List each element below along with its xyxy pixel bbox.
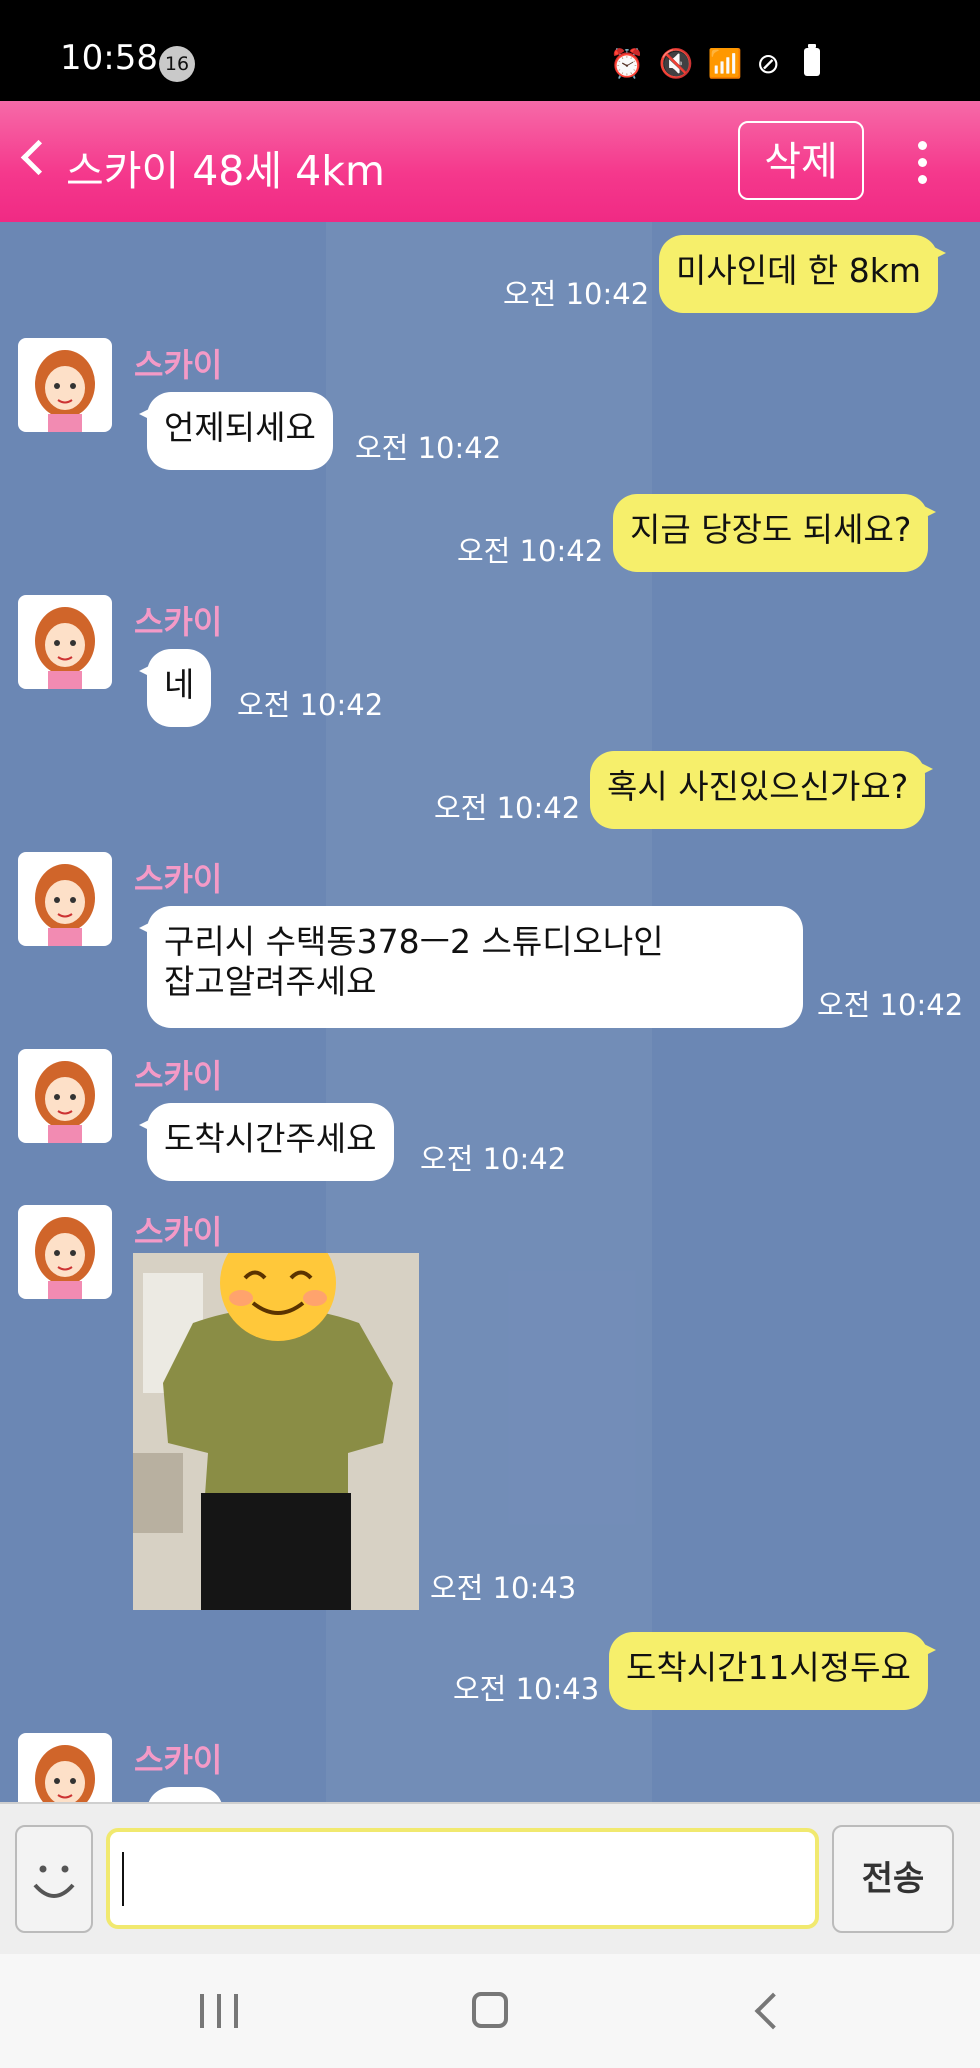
status-bar: 10:58 16 ⏰ 🔇 📶 ⊘: [0, 0, 980, 101]
avatar[interactable]: [18, 338, 112, 432]
message-time: 오전 10:42: [434, 791, 581, 825]
avatar[interactable]: [18, 1205, 112, 1299]
sender-name: 스카이: [134, 1057, 223, 1095]
avatar[interactable]: [18, 1733, 112, 1802]
message-time: 오전 10:42: [355, 431, 502, 465]
smiley-icon: [33, 1865, 75, 1898]
more-options-icon[interactable]: [918, 141, 928, 185]
message-time: 오전 10:43: [453, 1672, 600, 1706]
chat-area[interactable]: 오전 10:42 미사인데 한 8km 스카이 언제되세요 오전 10:42 오…: [0, 222, 980, 1802]
message-bubble-received[interactable]: 구리시 수택동378ㅡ2 스튜디오나인 잡고알려주세요: [139, 906, 803, 1028]
message-time: 오전 10:42: [503, 277, 650, 311]
avatar-face-icon: [35, 1061, 95, 1143]
wifi-icon: 📶: [707, 47, 743, 80]
delete-button[interactable]: 삭제: [738, 121, 864, 200]
sender-name: 스카이: [134, 1741, 223, 1779]
message-bubble-sent[interactable]: 미사인데 한 8km: [659, 235, 947, 313]
home-icon[interactable]: [472, 1992, 508, 2028]
battery-icon: [804, 44, 820, 76]
sender-name: 스카이: [134, 603, 223, 641]
message-bubble-received[interactable]: 도착시간주세요: [139, 1103, 394, 1181]
text-cursor: [122, 1852, 124, 1906]
recents-icon[interactable]: [200, 1994, 238, 2028]
send-button[interactable]: 전송: [832, 1825, 954, 1933]
avatar-face-icon: [35, 864, 95, 946]
mute-icon: 🔇: [658, 47, 694, 80]
avatar[interactable]: [18, 1049, 112, 1143]
sender-name: 스카이: [134, 860, 223, 898]
message-input[interactable]: [106, 1828, 819, 1929]
message-bubble-received[interactable]: [139, 1787, 223, 1802]
clock: 10:58: [60, 38, 158, 78]
message-time: 오전 10:42: [420, 1142, 567, 1176]
notification-count-badge: 16: [159, 46, 195, 82]
chat-header: 스카이 48세 4km 삭제: [0, 101, 980, 222]
message-time: 오전 10:42: [237, 688, 384, 722]
avatar-face-icon: [35, 1745, 95, 1802]
message-bubble-sent[interactable]: 혹시 사진있으신가요?: [590, 751, 934, 829]
message-bubble-received[interactable]: 네: [138, 649, 212, 727]
photo-image: [133, 1253, 419, 1610]
avatar-face-icon: [35, 607, 95, 689]
message-time: 오전 10:42: [817, 988, 964, 1022]
system-nav-bar: [0, 1954, 980, 2068]
back-nav-icon[interactable]: [754, 1992, 792, 2030]
message-time: 오전 10:43: [430, 1571, 577, 1605]
chat-title: 스카이 48세 4km: [66, 147, 385, 195]
message-bubble-received[interactable]: 언제되세요: [139, 392, 333, 470]
sender-name: 스카이: [134, 1213, 223, 1251]
message-photo[interactable]: [133, 1253, 419, 1610]
message-time: 오전 10:42: [457, 534, 604, 568]
alarm-icon: ⏰: [609, 47, 645, 80]
avatar[interactable]: [18, 852, 112, 946]
avatar-face-icon: [35, 1217, 95, 1299]
sender-name: 스카이: [134, 346, 223, 384]
emoji-button[interactable]: [15, 1825, 93, 1933]
avatar[interactable]: [18, 595, 112, 689]
back-icon[interactable]: [20, 139, 57, 176]
dnd-icon: ⊘: [756, 47, 780, 80]
avatar-face-icon: [35, 350, 95, 432]
composer-bar: 전송: [0, 1802, 980, 1954]
status-icons: ⏰ 🔇 📶 ⊘: [610, 46, 780, 82]
message-bubble-sent[interactable]: 지금 당장도 되세요?: [613, 494, 937, 572]
message-bubble-sent[interactable]: 도착시간11시정두요: [609, 1632, 936, 1710]
